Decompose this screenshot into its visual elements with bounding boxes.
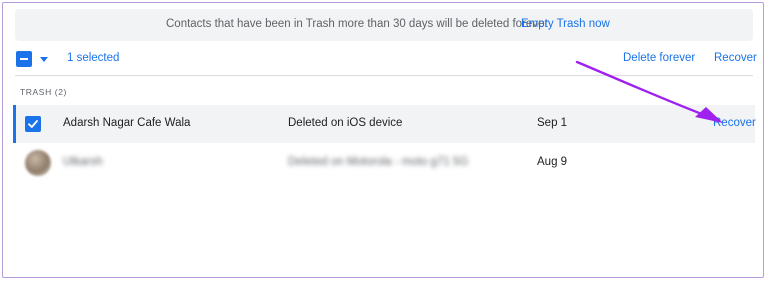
selected-row-indicator (13, 105, 16, 143)
avatar (25, 150, 51, 176)
selection-toolbar: 1 selected Delete forever Recover (3, 43, 763, 77)
selected-count: 1 selected (67, 52, 120, 64)
contact-name: Utkarsh (63, 156, 103, 168)
trash-notice-banner: Contacts that have been in Trash more th… (15, 9, 753, 41)
table-row[interactable]: Utkarsh Deleted on Motorola - moto g71 5… (13, 144, 755, 182)
recover-toolbar-button[interactable]: Recover (714, 52, 757, 64)
deleted-note: Deleted on iOS device (288, 117, 403, 129)
toolbar-divider (15, 75, 753, 76)
deleted-date: Aug 9 (537, 156, 568, 168)
recover-row-button[interactable]: Recover (713, 117, 756, 129)
checkmark-icon (28, 120, 38, 128)
indeterminate-icon (20, 58, 28, 60)
empty-trash-button[interactable]: Empty Trash now (521, 18, 610, 30)
deleted-date: Sep 1 (537, 117, 568, 129)
select-menu-caret-icon[interactable] (36, 51, 52, 67)
select-all-checkbox[interactable] (16, 51, 32, 67)
deleted-note: Deleted on Motorola - moto g71 5G (288, 156, 469, 168)
delete-forever-button[interactable]: Delete forever (623, 52, 695, 64)
section-label: TRASH (2) (20, 87, 67, 97)
table-row[interactable]: Adarsh Nagar Cafe Wala Deleted on iOS de… (13, 105, 756, 143)
trash-notice-text: Contacts that have been in Trash more th… (166, 18, 549, 30)
contact-name: Adarsh Nagar Cafe Wala (63, 117, 191, 129)
trash-panel: Contacts that have been in Trash more th… (2, 2, 764, 278)
row-checkbox[interactable] (25, 116, 41, 132)
